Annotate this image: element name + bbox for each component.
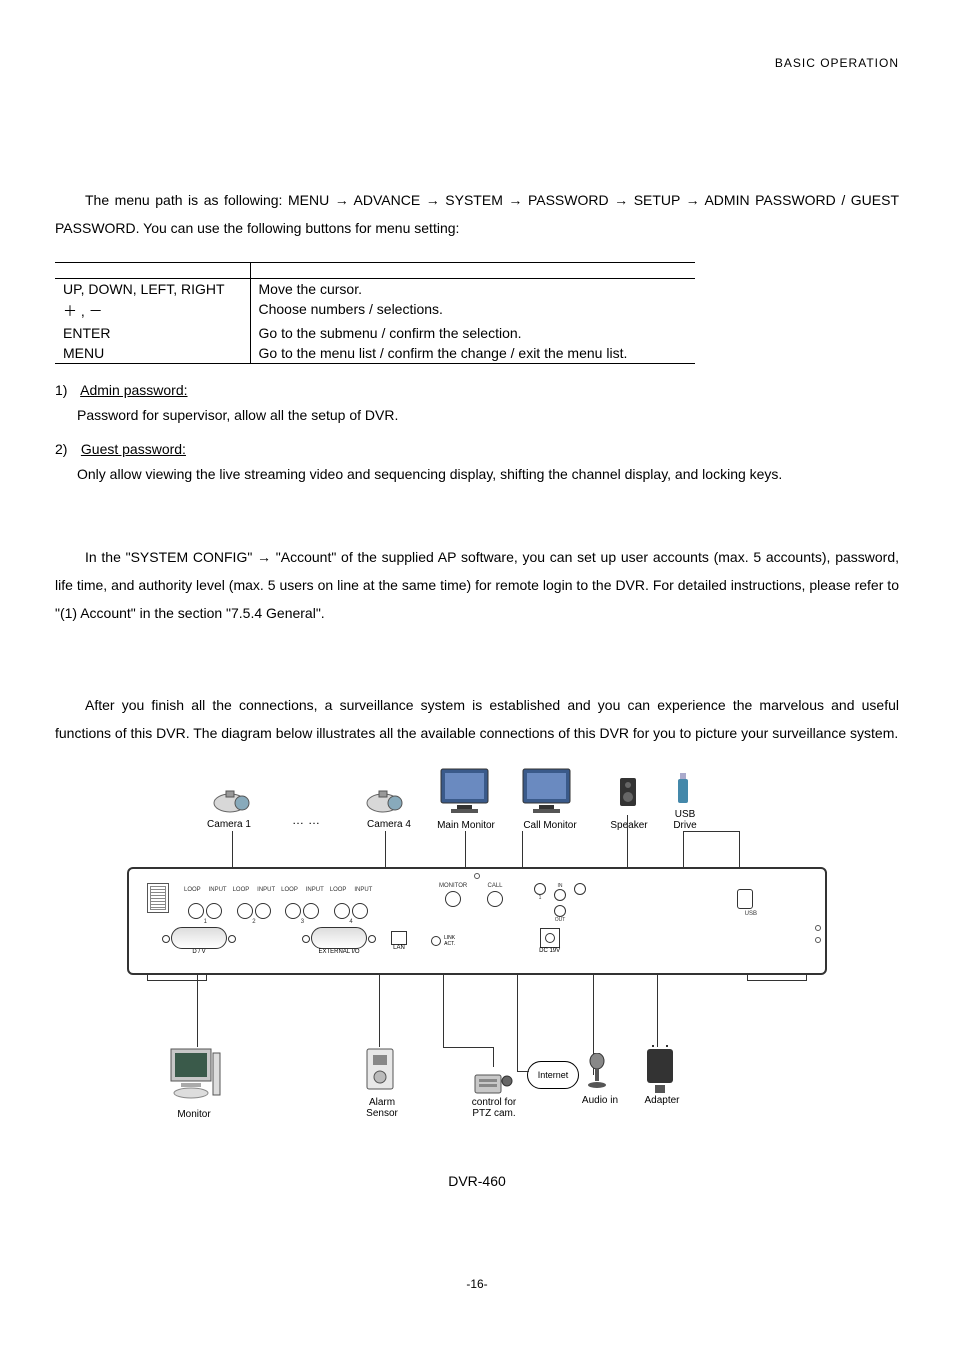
item-body: Only allow viewing the live streaming vi… [77, 461, 899, 488]
account-paragraph: In the "SYSTEM CONFIG" → "Account" of th… [55, 543, 899, 627]
table-row: MENU Go to the menu list / confirm the c… [55, 343, 695, 364]
item-guest-password: 2) Guest password: [55, 441, 899, 457]
label-camera4: Camera 4 [359, 819, 419, 830]
desc-cell: Move the cursor. [250, 279, 695, 300]
label-speaker: Speaker [605, 820, 653, 831]
table-row: ENTER Go to the submenu / confirm the se… [55, 323, 695, 343]
item-body: Password for supervisor, allow all the s… [77, 402, 899, 429]
main-content: The menu path is as following: MENU → AD… [55, 186, 899, 1189]
camera-icon [365, 785, 405, 817]
camera-icon [212, 785, 252, 817]
label-usb-drive: USB Drive [665, 809, 705, 831]
connection-diagram: Camera 1 …… Camera 4 Main Monitor Call M… [127, 767, 827, 1189]
label-adapter: Adapter [639, 1095, 685, 1106]
page-number: -16- [0, 1277, 954, 1291]
monitor-icon [437, 767, 492, 817]
usb-drive-icon [677, 773, 689, 805]
alarm-sensor-icon [365, 1047, 395, 1091]
label-ptz: control for PTZ cam. [461, 1097, 527, 1119]
connections-paragraph: After you finish all the connections, a … [55, 691, 899, 747]
intro-paragraph: The menu path is as following: MENU → AD… [55, 186, 899, 242]
label-monitor: Monitor [169, 1109, 219, 1120]
dots-separator: …… [292, 813, 324, 827]
label-call-monitor: Call Monitor [517, 820, 583, 831]
dvr-backpanel: LOOP INPUT1 LOOP INPUT2 LOOP INPUT3 LOOP… [127, 867, 827, 975]
item-title: Admin password: [80, 382, 187, 398]
usb-port-icon [737, 889, 753, 909]
table-row: ＋ , － Choose numbers / selections. [55, 299, 695, 323]
label-main-monitor: Main Monitor [431, 820, 501, 831]
microphone-icon [585, 1053, 609, 1089]
buttons-table: UP, DOWN, LEFT, RIGHT Move the cursor. ＋… [55, 262, 695, 364]
table-row: UP, DOWN, LEFT, RIGHT Move the cursor. [55, 279, 695, 300]
label-camera1: Camera 1 [199, 819, 259, 830]
internet-cloud-icon: Internet [527, 1061, 579, 1089]
ptz-controller-icon [473, 1067, 513, 1097]
model-label: DVR-460 [127, 1173, 827, 1189]
item-title: Guest password: [81, 441, 186, 457]
monitor-icon [519, 767, 574, 817]
label-alarm-sensor: Alarm Sensor [357, 1097, 407, 1119]
item-admin-password: 1) Admin password: [55, 382, 899, 398]
label-audio-in: Audio in [575, 1095, 625, 1106]
speaker-icon [619, 777, 637, 807]
adapter-icon [641, 1045, 679, 1095]
key-cell: UP, DOWN, LEFT, RIGHT [55, 279, 250, 300]
page-header: BASIC OPERATION [775, 56, 899, 70]
pc-monitor-icon [167, 1047, 222, 1102]
